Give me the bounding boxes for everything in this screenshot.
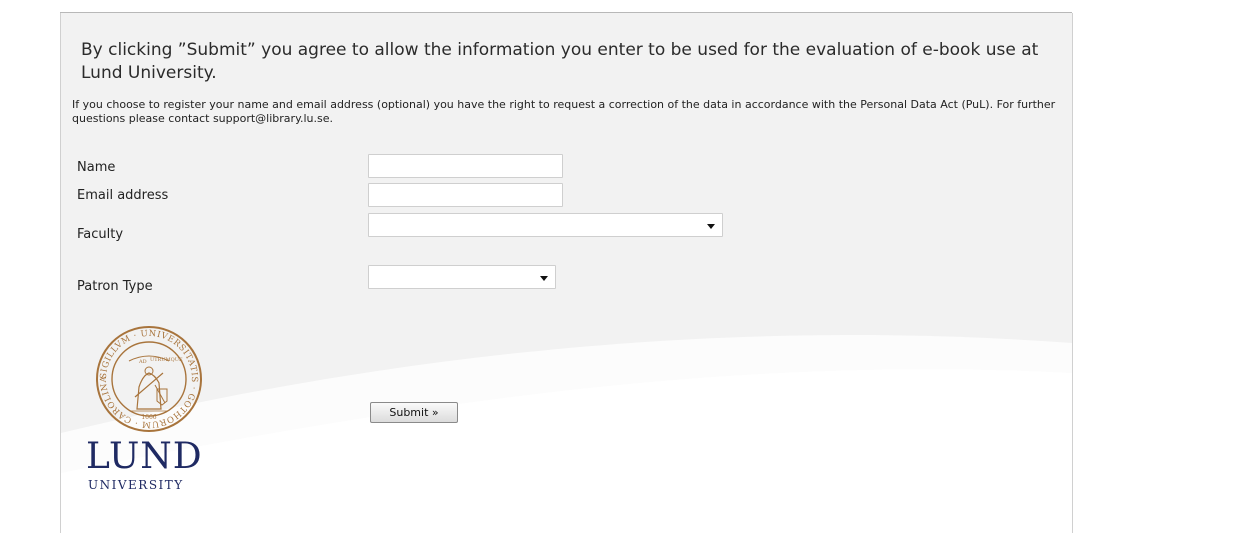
name-input[interactable] [368, 154, 563, 178]
name-label: Name [77, 160, 116, 175]
svg-text:1666: 1666 [141, 414, 156, 421]
patron-type-select[interactable] [368, 265, 556, 289]
faculty-label: Faculty [77, 227, 124, 242]
content-panel: By clicking ”Submit” you agree to allow … [60, 13, 1073, 533]
university-seal-icon: SIGILLVM · UNIVERSITATIS · GOTHORUM · CA… [95, 325, 202, 432]
privacy-notice: If you choose to register your name and … [72, 98, 1056, 125]
lund-wordmark: LUND UNIVERSITY [86, 436, 203, 493]
patron-type-label: Patron Type [77, 279, 153, 294]
wordmark-university: UNIVERSITY [88, 478, 184, 492]
svg-text:UTRUMQUE: UTRUMQUE [150, 357, 183, 363]
email-input[interactable] [368, 183, 563, 207]
page-title: By clicking ”Submit” you agree to allow … [81, 40, 1039, 83]
svg-text:AD: AD [138, 359, 147, 365]
faculty-select[interactable] [368, 213, 723, 237]
chevron-down-icon [707, 224, 715, 229]
submit-button[interactable]: Submit » [370, 402, 458, 423]
chevron-down-icon [540, 276, 548, 281]
lund-university-logo: SIGILLVM · UNIVERSITATIS · GOTHORUM · CA… [84, 325, 224, 505]
wordmark-lund: LUND [86, 436, 203, 477]
email-label: Email address [77, 188, 169, 203]
